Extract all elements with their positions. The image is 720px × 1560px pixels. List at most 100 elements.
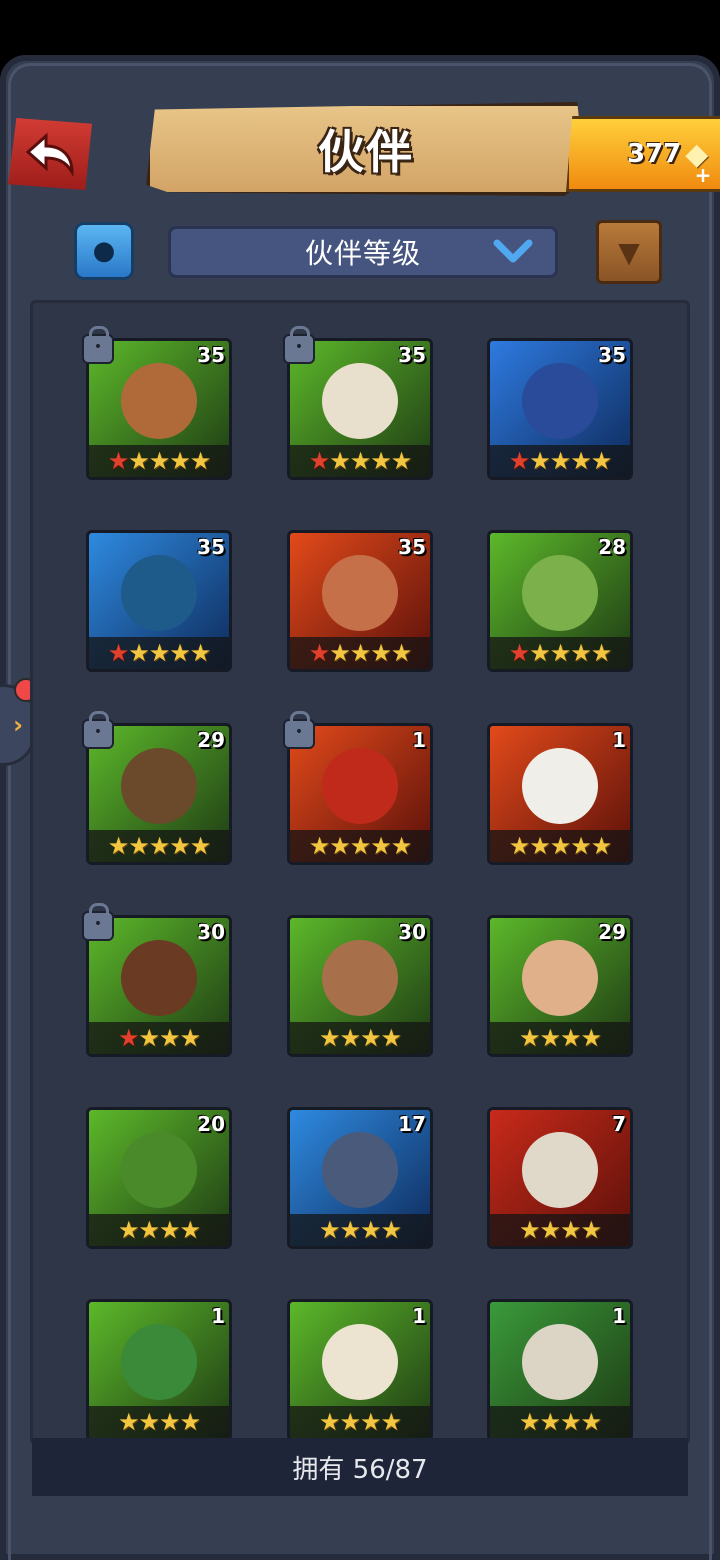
star-icon: ★ [370,447,391,475]
star-icon: ★ [380,1216,402,1244]
star-rating: ★★★★ [490,1406,630,1438]
star-icon: ★ [580,1024,602,1052]
companion-level: 29 [197,728,225,752]
star-icon: ★ [318,1408,340,1436]
star-icon: ★ [529,639,550,667]
companion-level: 30 [398,920,426,944]
star-icon: ★ [390,832,412,860]
inventory-bag-button[interactable]: ▼ [596,220,662,284]
companion-level: 35 [197,343,225,367]
companion-card[interactable]: 29 ★★★★ [487,915,633,1057]
star-icon: ★ [380,1408,402,1436]
star-rating: ★★★★★ [290,445,430,477]
companion-level: 35 [598,343,626,367]
star-icon: ★ [508,447,530,475]
companion-face [522,363,598,439]
companion-card[interactable]: 35 ★★★★★ [287,530,433,672]
companion-level: 29 [598,920,626,944]
back-button[interactable] [8,118,92,190]
companion-card[interactable]: 20 ★★★★ [86,1107,232,1249]
companion-card[interactable]: 17 ★★★★ [287,1107,433,1249]
star-icon: ★ [169,639,190,667]
star-icon: ★ [308,832,330,860]
companion-card[interactable]: 28 ★★★★★ [487,530,633,672]
companion-face [322,1132,398,1208]
star-rating: ★★★★ [89,1406,229,1438]
star-icon: ★ [349,447,371,475]
companion-filter-button[interactable]: ● [74,222,134,280]
sort-dropdown[interactable]: 伙伴等级 [168,226,558,278]
star-icon: ★ [349,639,371,667]
owned-count: 拥有 56/87 [292,1454,428,1485]
star-icon: ★ [169,447,190,475]
star-icon: ★ [590,832,612,860]
star-icon: ★ [339,1024,360,1052]
gem-counter[interactable]: 377 ◆ + [566,116,720,192]
cat-silhouette-icon: ● [92,236,116,266]
companion-face [522,940,598,1016]
companion-card[interactable]: 1 ★★★★ [287,1299,433,1441]
companion-card[interactable]: 30 ★★★★ [287,915,433,1057]
star-icon: ★ [329,639,350,667]
star-icon: ★ [169,832,190,860]
star-rating: ★★★★★ [490,830,630,862]
companion-card[interactable]: 1 ★★★★ [487,1299,633,1441]
companion-level: 30 [197,920,225,944]
star-icon: ★ [508,639,530,667]
page-title: 伙伴 [318,125,414,179]
star-icon: ★ [159,1024,180,1052]
star-icon: ★ [308,447,330,475]
star-icon: ★ [370,832,391,860]
star-icon: ★ [159,1408,180,1436]
companion-card[interactable]: 1 ★★★★★ [487,723,633,865]
star-icon: ★ [148,832,170,860]
star-icon: ★ [128,832,149,860]
star-rating: ★★★★ [490,1214,630,1246]
star-icon: ★ [329,447,350,475]
star-icon: ★ [570,832,591,860]
add-gems-icon[interactable]: + [693,165,713,185]
star-icon: ★ [539,1408,560,1436]
companion-face [322,555,398,631]
companion-card[interactable]: 7 ★★★★ [487,1107,633,1249]
star-icon: ★ [339,1216,360,1244]
star-rating: ★★★★ [89,1214,229,1246]
star-icon: ★ [360,1408,381,1436]
companion-face [322,363,398,439]
companion-card[interactable]: 35 ★★★★★ [86,530,232,672]
companion-card[interactable]: 1 ★★★★ [86,1299,232,1441]
companion-face [121,748,197,824]
star-icon: ★ [518,1024,540,1052]
star-icon: ★ [549,832,571,860]
title-banner: 伙伴 [146,102,586,196]
companion-face [121,363,197,439]
star-rating: ★★★★ [490,1022,630,1054]
star-icon: ★ [138,1024,159,1052]
star-icon: ★ [529,447,550,475]
star-icon: ★ [179,1408,201,1436]
chevron-down-icon [493,239,533,263]
sort-dropdown-label: 伙伴等级 [304,237,421,270]
companion-level: 35 [398,535,426,559]
star-icon: ★ [390,447,412,475]
star-icon: ★ [107,639,129,667]
companion-level: 1 [211,1304,225,1328]
star-icon: ★ [360,1216,381,1244]
companion-face [121,1132,197,1208]
star-icon: ★ [570,447,591,475]
lock-icon: • [283,326,315,364]
star-icon: ★ [117,1216,139,1244]
star-rating: ★★★★ [89,1022,229,1054]
star-icon: ★ [107,832,129,860]
star-icon: ★ [308,639,330,667]
companion-card[interactable]: 35 ★★★★★ [487,338,633,480]
owned-count-bar: 拥有 56/87 [32,1438,688,1496]
star-icon: ★ [179,1216,201,1244]
star-icon: ★ [560,1216,581,1244]
companion-level: 1 [612,728,626,752]
companion-face [121,555,197,631]
star-icon: ★ [189,832,211,860]
star-rating: ★★★★★ [89,830,229,862]
star-icon: ★ [580,1216,602,1244]
lock-icon: • [82,711,114,749]
